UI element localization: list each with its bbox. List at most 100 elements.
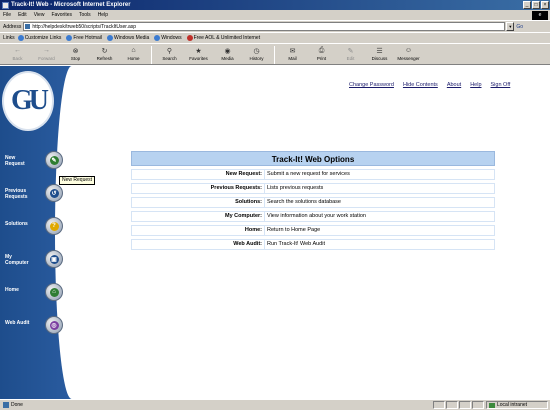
option-label[interactable]: Home: bbox=[132, 226, 264, 235]
minimize-button[interactable]: _ bbox=[523, 1, 531, 9]
sidebar-item-web-audit[interactable]: Web Audit ◎ bbox=[3, 316, 73, 342]
address-bar: Address http://helpdesk/trweb50/scripts/… bbox=[0, 20, 550, 32]
history-button[interactable]: ◷ History bbox=[242, 44, 271, 62]
menu-favorites[interactable]: Favorites bbox=[51, 12, 72, 18]
toolbar-button-label: Messenger bbox=[397, 56, 420, 61]
address-dropdown-button[interactable]: ▼ bbox=[506, 22, 515, 31]
address-input[interactable]: http://helpdesk/trweb50/scripts/TrackItU… bbox=[23, 22, 506, 31]
page-done-icon bbox=[3, 402, 9, 408]
sidebar-item-previous-requests[interactable]: Previous Requests ↺ bbox=[3, 184, 73, 210]
forward-button[interactable]: → Forward bbox=[32, 44, 61, 61]
menu-view[interactable]: View bbox=[34, 12, 45, 18]
link-label: Windows Media bbox=[114, 35, 150, 41]
link-windows-media[interactable]: Windows Media bbox=[107, 35, 149, 41]
discuss-button[interactable]: ☰ Discuss bbox=[365, 44, 394, 62]
menu-help[interactable]: Help bbox=[98, 12, 108, 18]
link-customize-links[interactable]: Customize Links bbox=[17, 35, 61, 41]
option-description: Search the solutions database bbox=[264, 198, 494, 207]
option-label[interactable]: Solutions: bbox=[132, 198, 264, 207]
option-row: My Computer: View information about your … bbox=[131, 211, 495, 222]
toolbar-button-label: Search bbox=[162, 56, 177, 61]
status-panels bbox=[433, 401, 484, 409]
address-label: Address bbox=[3, 23, 22, 30]
logo-text: GU bbox=[11, 85, 49, 116]
edit-icon: ✎ bbox=[347, 47, 354, 55]
back-arrow-icon: ← bbox=[14, 47, 21, 54]
sidebar-item-new-request[interactable]: New Request ✎ bbox=[3, 151, 73, 177]
print-button[interactable]: ⎙ Print bbox=[307, 44, 336, 62]
window-controls: _ □ × bbox=[523, 1, 549, 9]
search-button[interactable]: ⚲ Search bbox=[155, 44, 184, 62]
sidebar-button[interactable]: ▣ bbox=[45, 250, 63, 268]
ie-app-icon bbox=[2, 1, 9, 9]
toolbar-button-label: Favorites bbox=[189, 56, 208, 61]
sidebar-item-solutions[interactable]: Solutions? bbox=[3, 217, 73, 243]
discuss-icon: ☰ bbox=[376, 47, 383, 55]
back-button[interactable]: ← Back bbox=[3, 44, 32, 61]
sidebar-item-label: My Computer bbox=[5, 254, 29, 266]
link-free-hotmail[interactable]: Free Hotmail bbox=[66, 35, 102, 41]
sidebar-button[interactable]: ⌂ bbox=[45, 283, 63, 301]
toolbar-button-label: Forward bbox=[38, 56, 55, 61]
media-button[interactable]: ◉ Media bbox=[213, 44, 242, 62]
option-row: Home: Return to Home Page bbox=[131, 225, 495, 236]
messenger-button[interactable]: ☺ Messenger bbox=[394, 44, 423, 61]
link-windows[interactable]: Windows bbox=[154, 35, 182, 41]
mail-button[interactable]: ✉ Mail bbox=[278, 44, 307, 62]
option-label[interactable]: My Computer: bbox=[132, 212, 264, 221]
ie-throbber-icon: e bbox=[532, 11, 548, 20]
web-audit-icon: ◎ bbox=[49, 320, 59, 330]
sidebar-button[interactable]: ✎ bbox=[45, 151, 63, 169]
favorites-icon: ★ bbox=[195, 47, 202, 55]
mail-icon: ✉ bbox=[289, 47, 296, 55]
help-link[interactable]: Help bbox=[470, 82, 481, 88]
option-label[interactable]: Web Audit: bbox=[132, 240, 264, 249]
refresh-icon: ↻ bbox=[101, 47, 108, 55]
security-zone: Local intranet bbox=[486, 401, 548, 409]
option-label[interactable]: Previous Requests: bbox=[132, 184, 264, 193]
maximize-button[interactable]: □ bbox=[532, 1, 540, 9]
window-title-bar: Track-It! Web - Microsoft Internet Explo… bbox=[0, 0, 550, 10]
go-button[interactable]: Go bbox=[516, 24, 523, 30]
print-icon: ⎙ bbox=[318, 46, 325, 54]
hide-contents-link[interactable]: Hide Contents bbox=[403, 82, 438, 88]
home-button[interactable]: ⌂ Home bbox=[119, 44, 148, 61]
stop-button[interactable]: ⊗ Stop bbox=[61, 44, 90, 62]
links-label: Links bbox=[3, 35, 15, 41]
sidebar-item-my-computer[interactable]: My Computer ▣ bbox=[3, 250, 73, 276]
sidebar-item-home[interactable]: Home ⌂ bbox=[3, 283, 73, 309]
toolbar-button-label: Edit bbox=[346, 56, 355, 61]
menu-file[interactable]: File bbox=[3, 12, 11, 18]
edit-button[interactable]: ✎ Edit bbox=[336, 44, 365, 62]
option-row: Solutions: Search the solutions database bbox=[131, 197, 495, 208]
messenger-icon: ☺ bbox=[404, 47, 413, 54]
ie-link-icon bbox=[107, 35, 113, 41]
sidebar-item-label: New Request bbox=[5, 155, 25, 167]
favorites-button[interactable]: ★ Favorites bbox=[184, 44, 213, 62]
status-panel bbox=[446, 401, 458, 409]
menu-tools[interactable]: Tools bbox=[79, 12, 91, 18]
sign-off-link[interactable]: Sign Off bbox=[491, 82, 511, 88]
media-icon: ◉ bbox=[224, 47, 231, 55]
refresh-button[interactable]: ↻ Refresh bbox=[90, 44, 119, 62]
home-icon: ⌂ bbox=[49, 287, 59, 297]
link-free-aol[interactable]: Free AOL & Unlimited Internet bbox=[186, 35, 260, 41]
about-link[interactable]: About bbox=[447, 82, 461, 88]
option-description: View information about your work station bbox=[264, 212, 494, 221]
history-icon: ◷ bbox=[253, 47, 260, 55]
option-label[interactable]: New Request: bbox=[132, 170, 264, 179]
intranet-icon bbox=[489, 402, 495, 408]
menu-edit[interactable]: Edit bbox=[18, 12, 27, 18]
sidebar-button[interactable]: ↺ bbox=[45, 184, 63, 202]
solutions-icon: ? bbox=[49, 221, 59, 231]
toolbar-button-label: Stop bbox=[70, 56, 81, 61]
zone-text: Local intranet bbox=[497, 402, 528, 408]
sidebar-button[interactable]: ◎ bbox=[45, 316, 63, 334]
sidebar-button[interactable]: ? bbox=[45, 217, 63, 235]
close-button[interactable]: × bbox=[541, 1, 549, 9]
address-url[interactable]: http://helpdesk/trweb50/scripts/TrackItU… bbox=[32, 24, 136, 30]
previous-requests-icon: ↺ bbox=[49, 188, 59, 198]
status-panel bbox=[433, 401, 445, 409]
toolbar-button-label: Refresh bbox=[96, 56, 113, 61]
change-password-link[interactable]: Change Password bbox=[349, 82, 394, 88]
